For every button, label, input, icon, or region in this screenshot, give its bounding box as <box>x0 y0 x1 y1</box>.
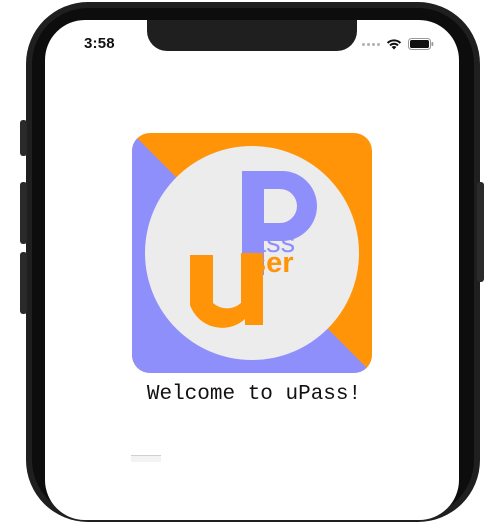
logo-text-ser: ser <box>250 247 294 279</box>
input-field-edge[interactable] <box>131 455 161 462</box>
status-time: 3:58 <box>84 35 115 52</box>
volume-down-button <box>20 252 27 314</box>
volume-up-button <box>20 182 27 244</box>
upass-logo: ass ser <box>132 133 372 373</box>
welcome-text: Welcome to uPass! <box>146 383 362 406</box>
power-button <box>477 182 484 282</box>
signal-dots-icon <box>362 42 380 46</box>
battery-icon <box>408 38 434 50</box>
notch <box>147 20 357 51</box>
wifi-icon <box>386 38 402 50</box>
mute-switch <box>20 120 27 156</box>
status-icons <box>362 36 434 52</box>
